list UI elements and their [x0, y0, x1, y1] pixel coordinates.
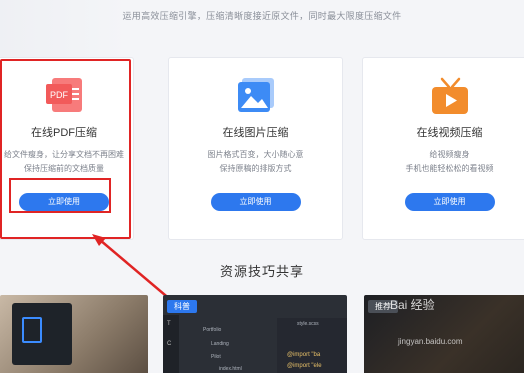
card-title: 在线PDF压缩	[31, 127, 97, 139]
document-icon	[22, 317, 42, 343]
header-tagline: 运用高效压缩引擎，压缩清晰度接近原文件，同时最大限度压缩文件	[122, 11, 402, 21]
tree-item: index.html	[219, 366, 242, 372]
desc-line: 图片格式百变，大小随心意	[207, 150, 304, 159]
use-now-button[interactable]: 立即使用	[210, 193, 301, 211]
code-line: @import "ba	[287, 352, 321, 358]
code-line: @import "ele	[287, 363, 322, 369]
picture-icon	[234, 76, 278, 116]
resource-thumbnail[interactable]: 科普 T C Portfolio Landing Pilot index.htm…	[163, 295, 347, 373]
desc-line: 给文件瘦身，让分享文档不再困难	[4, 150, 124, 159]
editor-tab: style.scss	[297, 321, 319, 327]
use-now-button[interactable]: 立即使用	[19, 193, 109, 211]
resource-thumbnail[interactable]: 推荐	[364, 295, 524, 373]
section-title: 资源技巧共享	[219, 264, 304, 279]
card-title: 在线图片压缩	[222, 127, 289, 139]
tree-item: Portfolio	[203, 327, 222, 333]
desc-line: 保持原稿的排版方式	[219, 164, 292, 173]
card-pdf-compress[interactable]: PDF 在线PDF压缩 给文件瘦身，让分享文档不再困难 保持压缩前的文档质量 立…	[0, 57, 134, 240]
desc-line: 手机也能轻松松的看视频	[405, 164, 494, 173]
tag-badge: 科普	[167, 300, 197, 313]
sidebar-item: T	[167, 321, 171, 327]
card-image-compress[interactable]: 在线图片压缩 图片格式百变，大小随心意 保持原稿的排版方式 立即使用	[168, 57, 343, 240]
editor-sidebar: T C	[163, 315, 179, 373]
pdf-file-icon: PDF	[42, 76, 86, 116]
watermark-url: jingyan.baidu.com	[398, 337, 463, 346]
card-description: 图片格式百变，大小随心意 保持原稿的排版方式	[173, 148, 338, 176]
card-description: 给文件瘦身，让分享文档不再困难 保持压缩前的文档质量	[0, 148, 129, 176]
tv-play-icon	[428, 76, 472, 116]
card-description: 给视频瘦身 手机也能轻松松的看视频	[367, 148, 524, 176]
watermark: Bai 经验	[390, 298, 435, 312]
tree-item: Landing	[211, 341, 229, 347]
desc-line: 给视频瘦身	[429, 150, 470, 159]
resource-thumbnail[interactable]	[0, 295, 148, 373]
code-editor: style.scss @import "ba @import "ele	[277, 318, 347, 373]
use-now-button[interactable]: 立即使用	[404, 193, 495, 211]
sidebar-item: C	[167, 341, 172, 347]
svg-text:PDF: PDF	[50, 90, 69, 100]
tree-item: Pilot	[211, 354, 221, 360]
laptop-image	[12, 303, 72, 365]
card-video-compress[interactable]: 在线视频压缩 给视频瘦身 手机也能轻松松的看视频 立即使用	[362, 57, 524, 240]
desc-line: 保持压缩前的文档质量	[24, 164, 104, 173]
card-title: 在线视频压缩	[416, 127, 483, 139]
